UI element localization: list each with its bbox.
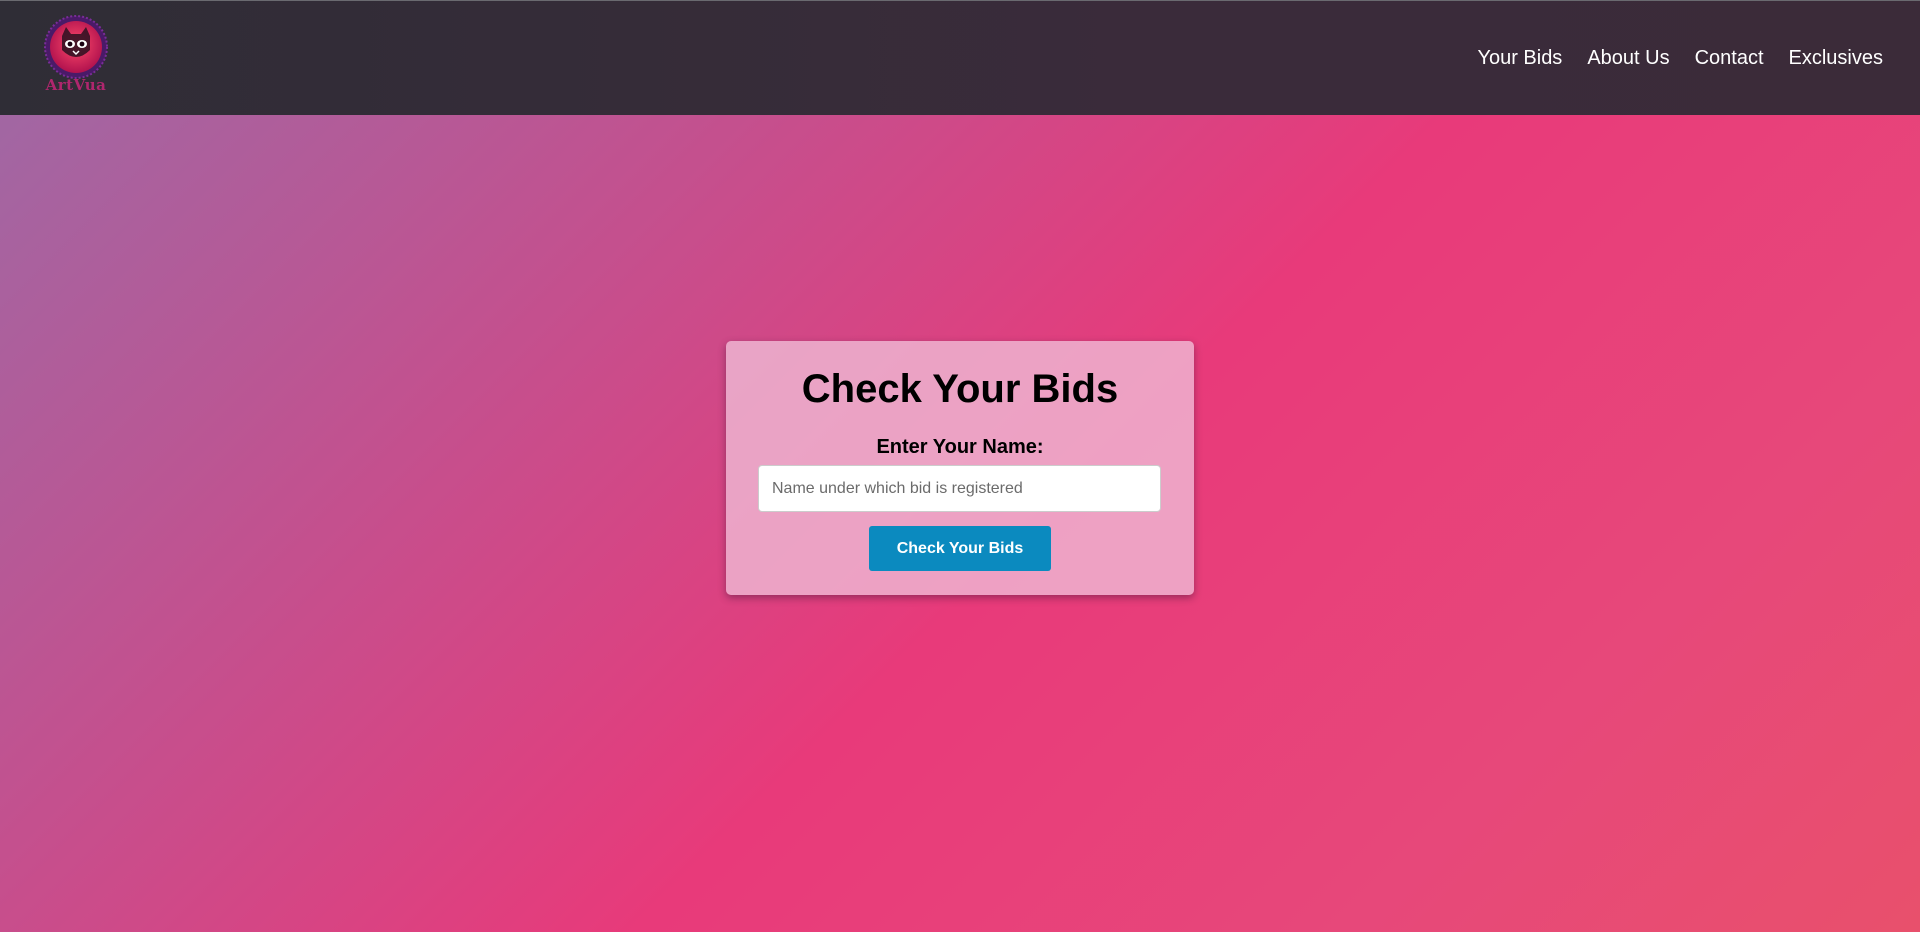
nav-link-contact[interactable]: Contact	[1695, 46, 1764, 70]
card-title: Check Your Bids	[801, 367, 1119, 411]
main-nav: Your Bids About Us Contact Exclusives	[1452, 46, 1883, 70]
check-bids-button[interactable]: Check Your Bids	[869, 526, 1051, 571]
check-bids-card: Check Your Bids Enter Your Name: Check Y…	[726, 341, 1194, 595]
brand-logo[interactable]: ArtVua	[38, 14, 114, 98]
top-navbar: ArtVua Your Bids About Us Contact Exclus…	[0, 0, 1920, 115]
nav-link-about-us[interactable]: About Us	[1587, 46, 1669, 70]
nav-link-your-bids[interactable]: Your Bids	[1477, 46, 1562, 70]
brand-logo-text: ArtVua	[45, 76, 107, 94]
nav-link-exclusives[interactable]: Exclusives	[1789, 46, 1883, 70]
name-input[interactable]	[758, 465, 1161, 512]
name-label: Enter Your Name:	[876, 436, 1044, 458]
